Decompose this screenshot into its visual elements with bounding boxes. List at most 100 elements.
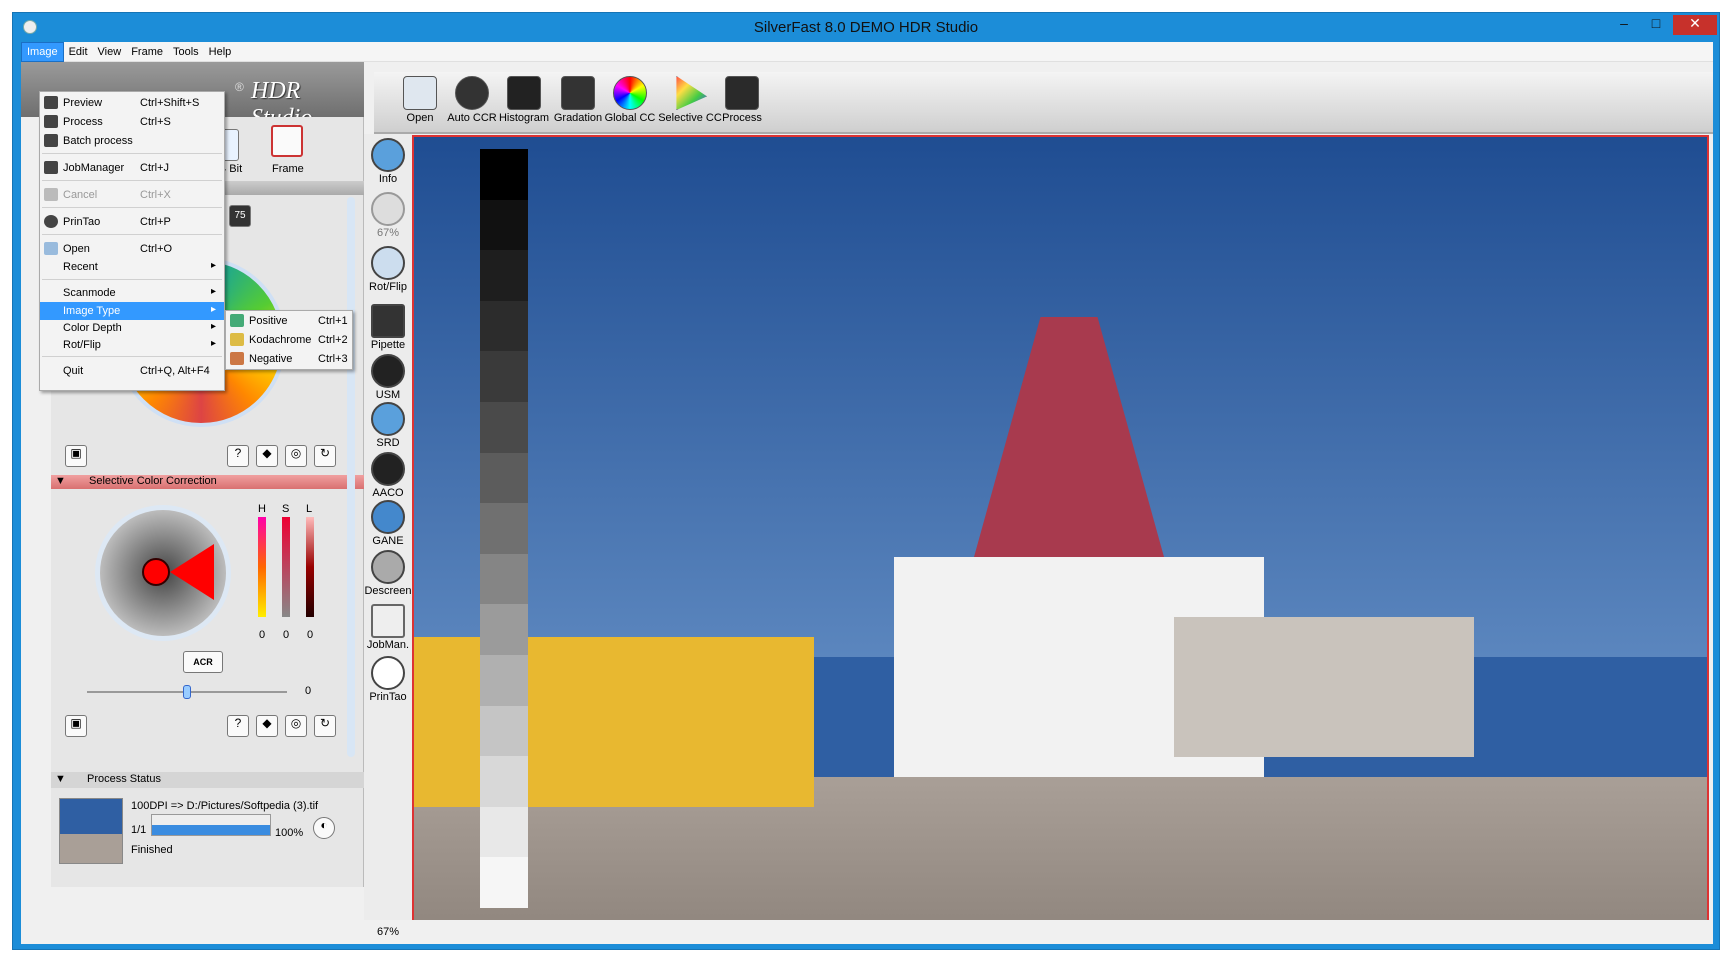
printao-tool[interactable]: PrinTao — [364, 656, 412, 703]
save-icon-2[interactable]: ▣ — [65, 715, 87, 737]
image-menu-dropdown: Preview Ctrl+Shift+S Process Ctrl+S Batch … — [39, 91, 225, 391]
submenu-arrow-icon: ▸ — [210, 286, 216, 297]
close-button[interactable]: ✕ — [1673, 15, 1717, 35]
yellow-house — [414, 637, 814, 807]
menu-image[interactable]: Image — [21, 42, 64, 62]
submenu-arrow-icon: ▸ — [210, 321, 216, 332]
magnifier-icon — [371, 192, 405, 226]
l-slider[interactable] — [306, 517, 314, 617]
menu-item-jobmanager[interactable]: JobManager Ctrl+J — [40, 159, 224, 177]
usm-icon — [371, 354, 405, 388]
submenu-item-negative[interactable]: Negative Ctrl+3 — [226, 350, 352, 368]
aaco-icon — [371, 452, 405, 486]
maximize-button[interactable]: □ — [1641, 15, 1671, 35]
color-wedge[interactable] — [170, 544, 214, 600]
refresh-icon[interactable]: ↻ — [314, 445, 336, 467]
menu-item-scanmode[interactable]: Scanmode ▸ — [40, 284, 224, 302]
menu-item-color-depth[interactable]: Color Depth ▸ — [40, 319, 224, 337]
grayscale-wedge — [480, 149, 528, 909]
status-bar: 67% — [21, 920, 1713, 944]
menu-item-process[interactable]: Process Ctrl+S — [40, 113, 224, 131]
srd-tool[interactable]: SRD — [364, 402, 412, 449]
preview-image[interactable] — [412, 135, 1709, 935]
s-value: 0 — [283, 629, 290, 641]
job-info-icon[interactable]: ◐ — [313, 817, 335, 839]
frame-button[interactable] — [271, 125, 303, 157]
expert-icon[interactable]: ◆ — [256, 445, 278, 467]
menu-item-rot-flip[interactable]: Rot/Flip ▸ — [40, 336, 224, 354]
menu-item-printao[interactable]: PrinTao Ctrl+P — [40, 213, 224, 231]
help-icon-2[interactable]: ? — [227, 715, 249, 737]
toolbar-process[interactable]: Process — [710, 76, 774, 124]
submenu-arrow-icon: ▸ — [210, 260, 216, 271]
minimize-button[interactable]: – — [1609, 15, 1639, 35]
zoom-tool[interactable]: 67% — [364, 192, 412, 239]
rot-flip-tool[interactable]: Rot/Flip — [364, 246, 412, 293]
value-box[interactable]: 75 — [229, 205, 251, 227]
gradation-icon — [561, 76, 595, 110]
expert-icon-2[interactable]: ◆ — [256, 715, 278, 737]
h-value: 0 — [259, 629, 266, 641]
selective-slider-track[interactable] — [87, 685, 287, 699]
title-bar[interactable]: SilverFast 8.0 DEMO HDR Studio – □ ✕ — [13, 13, 1719, 41]
usm-tool[interactable]: USM — [364, 354, 412, 401]
menu-bar: Image Edit View Frame Tools Help — [21, 42, 1713, 62]
jobmanager-tool[interactable]: JobMan. — [364, 604, 412, 651]
job-count: 1/1 — [131, 824, 147, 836]
menu-item-preview[interactable]: Preview Ctrl+Shift+S — [40, 94, 224, 112]
l-value: 0 — [307, 629, 314, 641]
gears-icon — [371, 604, 405, 638]
process-icon — [44, 115, 58, 128]
menu-item-recent[interactable]: Recent ▸ — [40, 258, 224, 276]
aaco-tool[interactable]: AACO — [364, 452, 412, 499]
color-picker-dot[interactable] — [142, 558, 170, 586]
open-icon — [44, 242, 58, 255]
h-slider[interactable] — [258, 517, 266, 617]
printao-icon — [44, 215, 58, 228]
menu-view[interactable]: View — [93, 43, 127, 63]
menu-separator — [42, 153, 222, 154]
reset-icon-2[interactable]: ◎ — [285, 715, 307, 737]
gane-icon — [371, 500, 405, 534]
menu-tools[interactable]: Tools — [168, 43, 204, 63]
menu-item-batch-process[interactable]: Batch process — [40, 132, 224, 150]
collapse-arrow-icon-2[interactable]: ▼ — [55, 773, 66, 785]
menu-separator — [42, 234, 222, 235]
menu-help[interactable]: Help — [204, 43, 237, 63]
selective-color-section-header[interactable]: ▼ Selective Color Correction — [51, 475, 364, 489]
submenu-arrow-icon: ▸ — [210, 304, 216, 315]
menu-separator — [42, 180, 222, 181]
menu-item-quit[interactable]: Quit Ctrl+Q, Alt+F4 — [40, 362, 224, 380]
collapse-arrow-icon[interactable]: ▼ — [55, 475, 66, 487]
help-icon[interactable]: ? — [227, 445, 249, 467]
progress-bar — [151, 814, 271, 836]
menu-item-open[interactable]: Open Ctrl+O — [40, 240, 224, 258]
right-building — [1174, 617, 1474, 757]
info-icon — [371, 138, 405, 172]
reset-icon[interactable]: ◎ — [285, 445, 307, 467]
selective-color-wheel[interactable] — [95, 505, 231, 641]
acr-button[interactable]: ACR — [183, 651, 223, 673]
toolbar-global-cc[interactable]: Global CC — [598, 76, 662, 124]
pipette-tool[interactable]: Pipette — [364, 304, 412, 351]
negative-icon — [230, 352, 244, 365]
info-tool[interactable]: Info — [364, 138, 412, 185]
descreen-tool[interactable]: Descreen — [364, 550, 412, 597]
save-icon[interactable]: ▣ — [65, 445, 87, 467]
submenu-item-positive[interactable]: Positive Ctrl+1 — [226, 312, 352, 330]
submenu-item-kodachrome[interactable]: Kodachrome Ctrl+2 — [226, 331, 352, 349]
zoom-readout: 67% — [377, 926, 400, 938]
s-slider[interactable] — [282, 517, 290, 617]
gears-icon — [44, 161, 58, 174]
gane-tool[interactable]: GANE — [364, 500, 412, 547]
kodachrome-icon — [230, 333, 244, 346]
progress-label: 100% — [275, 827, 304, 839]
refresh-icon-2[interactable]: ↻ — [314, 715, 336, 737]
menu-item-image-type[interactable]: Image Type ▸ — [40, 302, 224, 320]
menu-edit[interactable]: Edit — [64, 43, 93, 63]
selective-slider-thumb[interactable] — [183, 685, 191, 699]
panel-scrollbar[interactable] — [347, 197, 355, 757]
process-status-header[interactable]: ▼ Process Status — [51, 772, 364, 788]
job-thumbnail[interactable] — [59, 798, 123, 864]
menu-frame[interactable]: Frame — [126, 43, 168, 63]
